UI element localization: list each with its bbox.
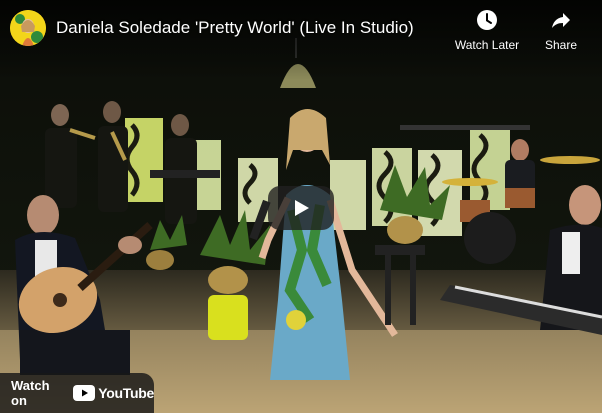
share-label: Share: [544, 38, 578, 52]
watch-on-label: Watch on: [11, 378, 50, 408]
video-title[interactable]: Daniela Soledade 'Pretty World' (Live In…: [56, 18, 436, 38]
watch-later-label: Watch Later: [454, 38, 520, 52]
play-icon: [295, 200, 309, 216]
youtube-logo: YouTube: [73, 385, 154, 401]
clock-icon: [477, 10, 497, 30]
share-arrow-icon: [552, 13, 570, 28]
youtube-logo-icon: [73, 385, 96, 401]
channel-avatar-icon: [10, 10, 46, 46]
channel-avatar[interactable]: [10, 10, 46, 46]
youtube-wordmark: YouTube: [98, 385, 154, 401]
watch-on-youtube-button[interactable]: Watch on YouTube: [0, 373, 154, 413]
video-player[interactable]: Daniela Soledade 'Pretty World' (Live In…: [0, 0, 602, 413]
share-button[interactable]: Share: [540, 8, 582, 56]
watch-later-button[interactable]: Watch Later: [450, 8, 524, 56]
play-button[interactable]: [268, 186, 334, 230]
